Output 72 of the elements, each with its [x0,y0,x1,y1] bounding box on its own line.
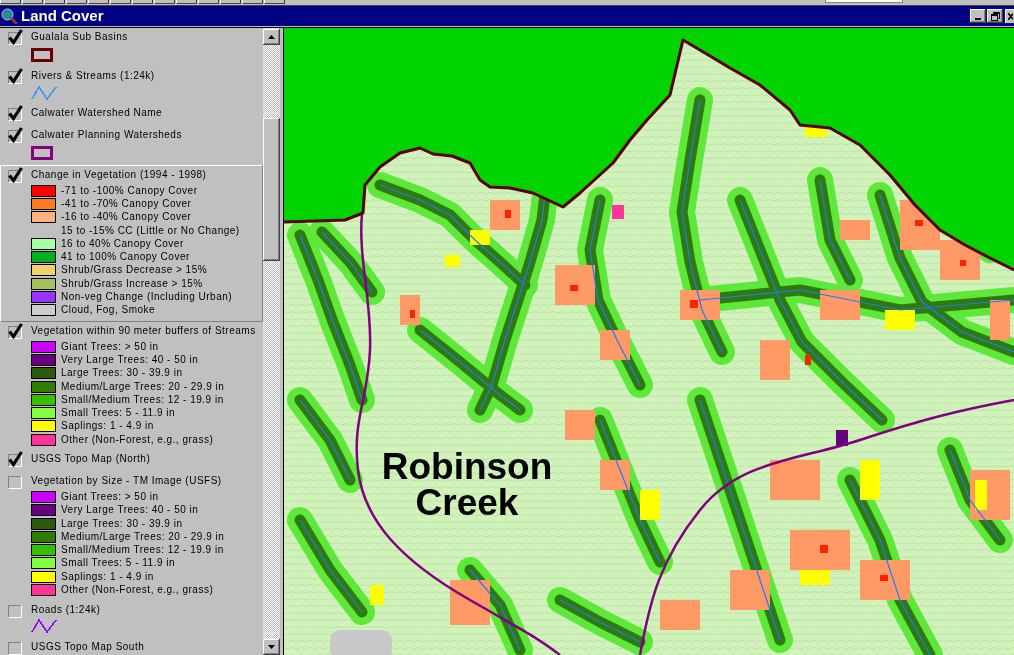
class-label: Shrub/Grass Decrease > 15% [61,264,208,277]
map-label: Robinson Creek [380,449,554,521]
class-label: -41 to -70% Canopy Cover [61,197,192,210]
checkbox[interactable] [7,105,23,121]
class-label: Very Large Trees: 40 - 50 in [61,504,199,517]
minimize-button[interactable] [970,9,986,23]
class-label: Large Trees: 30 - 39.9 in [61,367,183,380]
layer-name: Vegetation by Size - TM Image (USFS) [31,475,222,488]
scrollbar-thumb[interactable] [263,118,280,261]
class-label: Shrub/Grass Increase > 15% [61,277,203,290]
toolbar-button[interactable] [198,0,219,4]
down-triangle-icon [268,645,275,649]
layer-name: USGS Topo Map (North) [31,453,151,466]
class-label: Non-veg Change (Including Urban) [61,291,233,303]
up-triangle-icon [268,35,275,39]
class-label: Saplings: 1 - 4.9 in [61,570,154,583]
toolbar-button[interactable] [88,0,109,4]
toolbar-button[interactable] [154,0,175,4]
class-label: 16 to 40% Canopy Cover [61,237,184,250]
layer-name: Gualala Sub Basins [31,31,128,43]
scale-field[interactable] [825,0,903,3]
checkbox[interactable] [7,29,23,45]
layer-name: Roads (1:24k) [31,603,101,616]
restore-button[interactable] [987,9,1003,23]
checkbox[interactable] [7,451,23,468]
layer-name: USGS Topo Map South [31,640,145,653]
class-label: Medium/Large Trees: 20 - 29.9 in [61,380,225,393]
class-label: Medium/Large Trees: 20 - 29.9 in [61,530,225,543]
scroll-down-button[interactable] [263,639,280,655]
layer-name: Calwater Planning Watersheds [31,129,182,141]
layer-name: Change in Vegetation (1994 - 1998) [31,169,207,181]
checkbox[interactable] [7,322,23,339]
close-button[interactable] [1005,9,1014,23]
class-label: Giant Trees: > 50 in [61,491,159,503]
class-label: Cloud, Fog, Smoke [61,304,156,317]
class-label: 15 to -15% CC (Little or No Change) [61,224,240,237]
toolbar-button[interactable] [132,0,153,4]
toolbar-button[interactable] [176,0,197,4]
checkbox[interactable] [7,68,23,84]
class-label: Other (Non-Forest, e.g., grass) [61,433,214,446]
class-label: Giant Trees: > 50 in [61,340,159,353]
close-icon [1008,12,1013,20]
layer-name: Calwater Watershed Name [31,107,163,119]
class-label: Small/Medium Trees: 12 - 19.9 in [61,544,224,557]
class-label: Other (Non-Forest, e.g., grass) [61,584,214,597]
toolbar-button[interactable] [110,0,131,4]
checkbox[interactable] [7,167,23,183]
toolbar-button[interactable] [66,0,87,4]
class-label: Small Trees: 5 - 11.9 in [61,557,176,570]
layer-name: Vegetation within 90 meter buffers of Streams [31,324,256,337]
class-label: Large Trees: 30 - 39.9 in [61,517,183,530]
layer-name: Rivers & Streams (1:24k) [31,70,155,82]
class-label: -71 to -100% Canopy Cover [61,184,198,197]
checkbox[interactable] [7,127,23,143]
class-label: 41 to 100% Canopy Cover [61,251,190,264]
class-label: -16 to -40% Canopy Cover [61,211,192,224]
toolbar-button[interactable] [264,0,285,4]
class-label: Small/Medium Trees: 12 - 19.9 in [61,393,224,406]
window-title: Land Cover [21,7,104,25]
toolbar-button[interactable] [44,0,65,4]
toolbar-button[interactable] [22,0,43,4]
toolbar-button[interactable] [0,0,21,4]
globe-magnifier-icon [1,8,17,24]
class-label: Saplings: 1 - 4.9 in [61,420,154,433]
restore-icon [990,11,1000,21]
toolbar-button[interactable] [242,0,263,4]
toolbar-button[interactable] [220,0,241,4]
scroll-up-button[interactable] [263,29,280,45]
class-label: Small Trees: 5 - 11.9 in [61,407,176,420]
checkbox[interactable] [7,473,23,490]
minimize-icon [975,18,981,20]
class-label: Very Large Trees: 40 - 50 in [61,353,199,366]
